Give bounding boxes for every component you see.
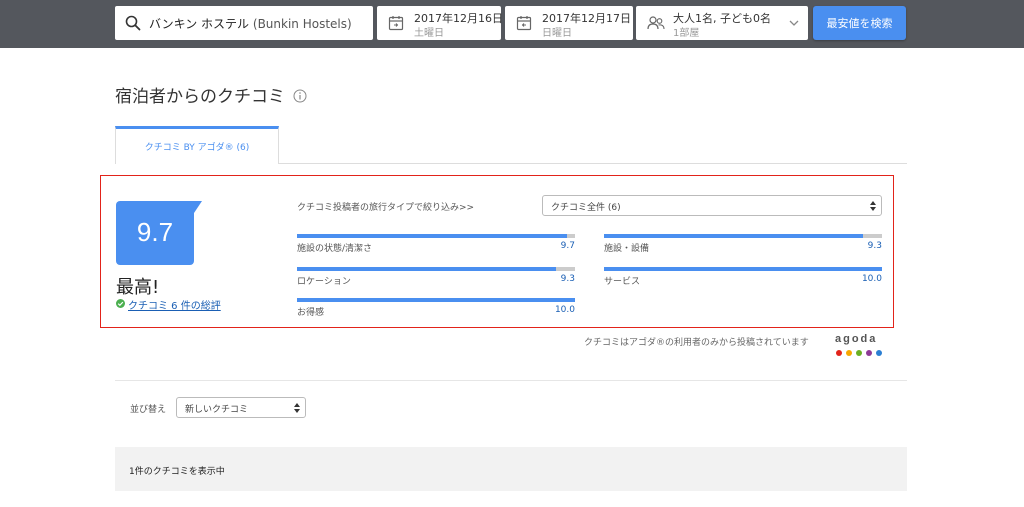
results-count-bar: 1件のクチコミを表示中 (115, 447, 907, 491)
logo-dot (876, 350, 882, 356)
hotel-name: バンキン ホステル (149, 17, 250, 31)
category-label: サービス (604, 277, 641, 287)
category-label: 施設・設備 (604, 244, 650, 254)
chevron-down-icon (789, 20, 799, 26)
score-badge: 9.7 (116, 201, 202, 265)
sort-label: 並び替え (130, 405, 167, 415)
overall-score: 9.7 (136, 217, 174, 247)
calendar-checkout-icon (516, 16, 532, 31)
filter-selected-value: クチコミ全件 (6) (551, 203, 621, 213)
review-total-link[interactable]: クチコミ 6 件の総評 (128, 297, 221, 312)
category-label: ロケーション (297, 277, 351, 287)
search-button[interactable]: 最安値を検索 (813, 6, 906, 40)
category-service: サービス 10.0 (604, 267, 882, 297)
hotel-name-en: (Bunkin Hostels) (252, 17, 352, 31)
checkin-day: 土曜日 (414, 28, 444, 39)
rating-bar-track (297, 298, 575, 302)
guests-icon (647, 16, 665, 30)
rooms-count: 1部屋 (673, 28, 700, 39)
logo-dot (856, 350, 862, 356)
review-source-notice: クチコミはアゴダ®の利用者のみから投稿されています (584, 338, 809, 348)
checkin-field[interactable]: 2017年12月16日 土曜日 (377, 6, 503, 40)
select-arrows-icon (870, 201, 876, 211)
category-location: ロケーション 9.3 (297, 267, 575, 297)
rating-bar-track (604, 234, 882, 238)
tab-divider (279, 163, 907, 164)
check-circle-icon (116, 299, 125, 308)
checkout-field[interactable]: 2017年12月17日 日曜日 (505, 6, 633, 40)
sort-selected-value: 新しいクチコミ (185, 405, 249, 415)
category-score: 9.7 (560, 241, 575, 251)
select-arrows-icon (294, 403, 300, 413)
rating-bar-fill (297, 298, 575, 302)
search-header: バンキン ホステル (Bunkin Hostels) 2017年12月16日 土… (0, 0, 1024, 48)
rating-bar-fill (297, 267, 556, 271)
calendar-checkin-icon (388, 16, 404, 31)
rating-bar-fill (604, 267, 882, 271)
logo-dot (846, 350, 852, 356)
score-rating-word: 最高! (116, 277, 160, 298)
category-score: 10.0 (861, 274, 882, 284)
category-score: 9.3 (867, 241, 882, 251)
rating-bar-fill (604, 234, 863, 238)
results-count: 1件のクチコミを表示中 (129, 467, 225, 477)
rating-bar-fill (297, 234, 567, 238)
category-label: 施設の状態/清潔さ (297, 244, 373, 254)
logo-dot (866, 350, 872, 356)
category-value-for-money: お得感 10.0 (297, 298, 575, 328)
tab-label: クチコミ BY アゴダ® (6) (144, 143, 250, 153)
guests-field[interactable]: 大人1名, 子ども0名 1部屋 (636, 6, 808, 40)
category-facilities: 施設・設備 9.3 (604, 234, 882, 264)
rating-bar-track (297, 234, 575, 238)
sort-select[interactable]: 新しいクチコミ (176, 397, 306, 418)
filter-label: クチコミ投稿者の旅行タイプで絞り込み>> (297, 203, 475, 213)
rating-bar-track (604, 267, 882, 271)
search-icon (125, 15, 141, 31)
logo-dot (836, 350, 842, 356)
agoda-logo: agoda (835, 333, 883, 357)
checkout-day: 日曜日 (542, 28, 572, 39)
hotel-search-value: バンキン ホステル (Bunkin Hostels) (149, 15, 352, 32)
agoda-logo-text: agoda (835, 333, 878, 345)
rating-bar-track (297, 267, 575, 271)
page-title: 宿泊者からのクチコミ (115, 87, 285, 107)
category-label: お得感 (297, 308, 325, 318)
section-divider (115, 380, 907, 381)
hotel-search-field[interactable]: バンキン ホステル (Bunkin Hostels) (115, 6, 373, 40)
review-summary: 9.7 最高! クチコミ 6 件の総評 クチコミ投稿者の旅行タイプで絞り込み>>… (100, 175, 894, 328)
info-icon[interactable] (293, 89, 307, 103)
category-score: 9.3 (560, 274, 575, 284)
traveler-type-select[interactable]: クチコミ全件 (6) (542, 195, 882, 216)
category-cleanliness: 施設の状態/清潔さ 9.7 (297, 234, 575, 264)
category-score: 10.0 (554, 305, 575, 315)
tab-agoda-reviews[interactable]: クチコミ BY アゴダ® (6) (115, 126, 279, 164)
